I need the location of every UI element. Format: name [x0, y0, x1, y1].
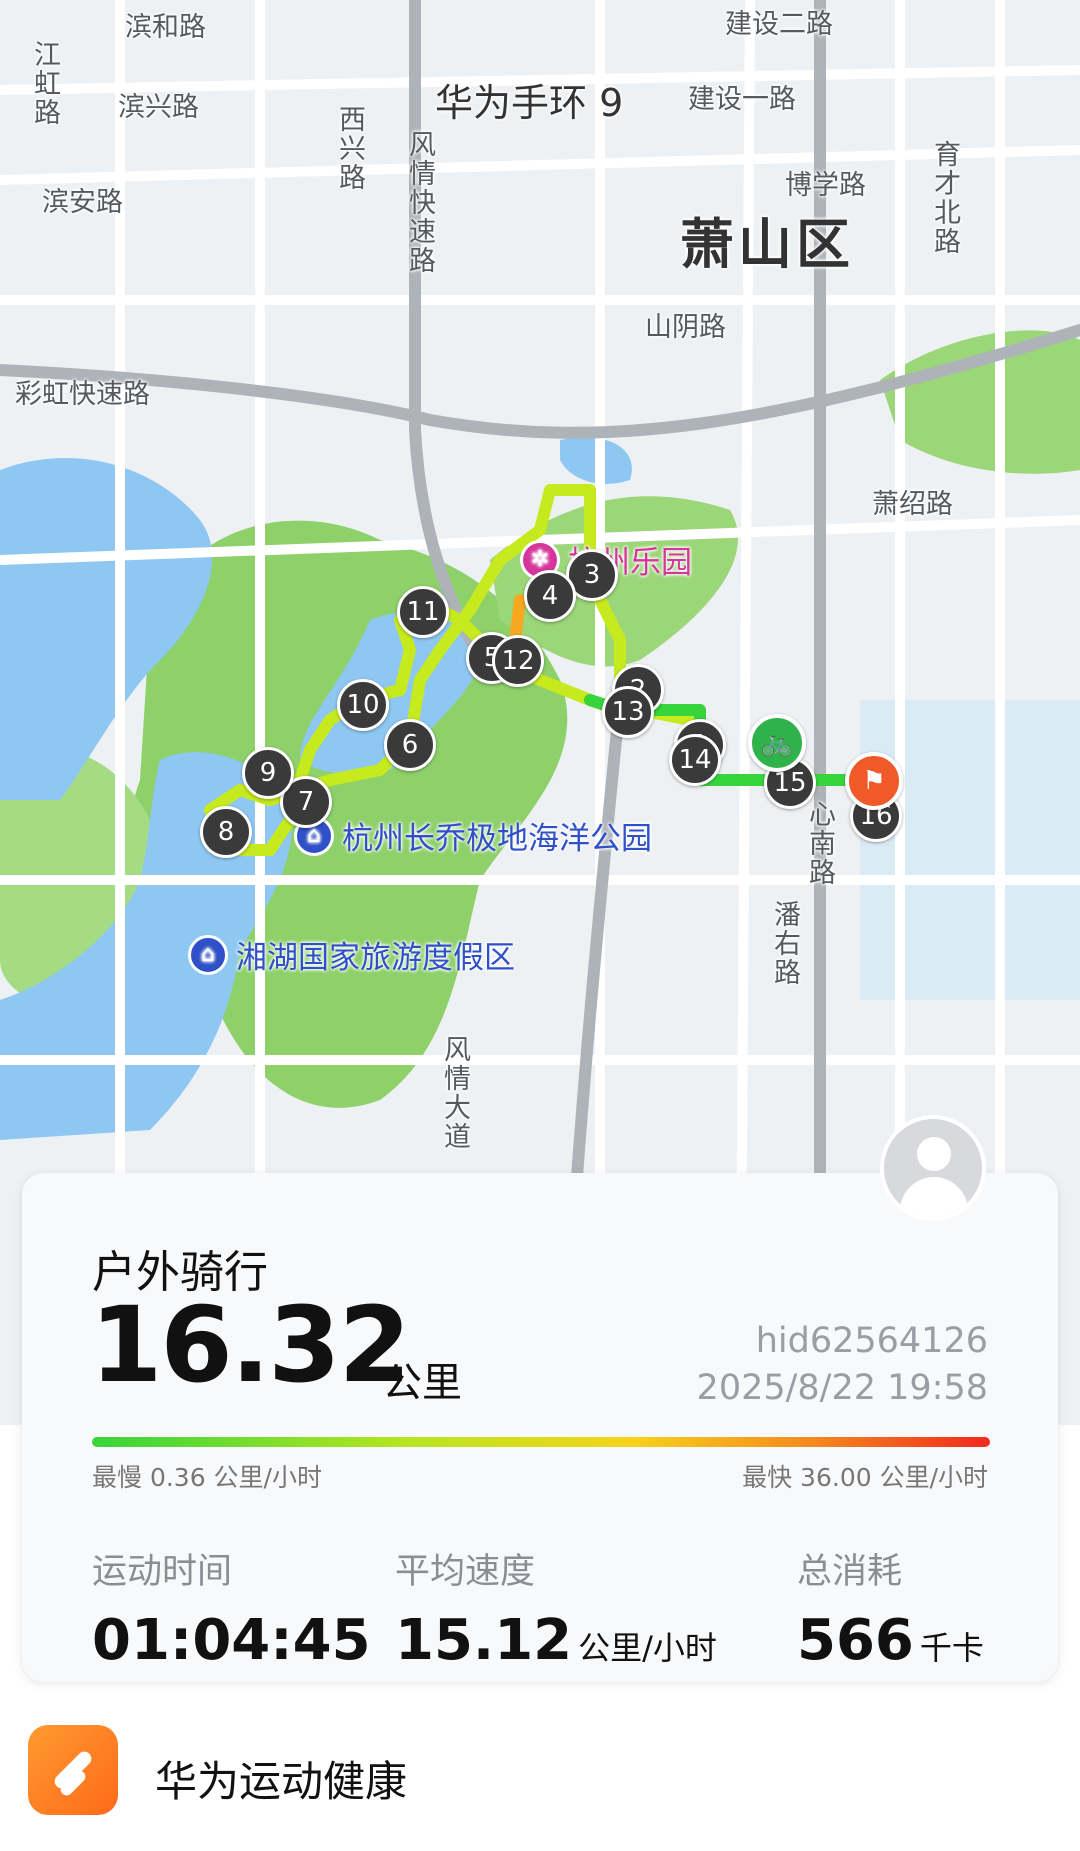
road-label: 滨和路: [125, 12, 206, 43]
start-pin[interactable]: 🚲: [748, 714, 806, 772]
speed-max: 最快 36.00 公里/小时: [742, 1463, 988, 1492]
stat-value: 566 千卡: [797, 1608, 984, 1673]
km-marker[interactable]: 12: [492, 635, 544, 687]
end-pin[interactable]: ⚑: [845, 752, 903, 810]
road-label: 潘右路: [769, 900, 800, 987]
road-label: 风情快速路: [404, 130, 435, 275]
road-label: 江虹路: [29, 40, 60, 127]
road-label: 育才北路: [929, 140, 960, 256]
activity-datetime: 2025/8/22 19:58: [696, 1368, 988, 1408]
avatar-shoulders: [900, 1177, 968, 1217]
district-label: 萧山区: [680, 213, 854, 276]
stat-unit: 公里/小时: [578, 1629, 717, 1667]
road-label: 建设一路: [688, 84, 796, 115]
km-marker[interactable]: 6: [384, 719, 436, 771]
stat-label: 总消耗: [797, 1552, 903, 1592]
avatar-head: [917, 1137, 951, 1171]
flag-icon: ⚑: [862, 766, 886, 796]
device-watermark: 华为手环 9: [435, 81, 624, 125]
road-label: 西兴路: [334, 105, 365, 192]
landmark-icon: ⌂: [188, 934, 228, 975]
activity-summary-card: 户外骑行 16.32 公里 hid62564126 2025/8/22 19:5…: [22, 1173, 1058, 1682]
speed-min: 最慢 0.36 公里/小时: [92, 1463, 322, 1492]
km-marker[interactable]: 8: [200, 806, 252, 858]
road-label: 博学路: [785, 170, 866, 201]
avatar[interactable]: [880, 1115, 986, 1221]
km-marker[interactable]: 4: [524, 570, 576, 622]
footer: 华为运动健康: [0, 1710, 1080, 1851]
user-id: hid62564126: [755, 1321, 988, 1361]
road-label: 建设二路: [725, 9, 833, 40]
stat-value: 15.12 公里/小时: [395, 1608, 717, 1673]
bicycle-icon: 🚲: [760, 728, 794, 758]
poi-xianghu-resort[interactable]: ⌂ 湘湖国家旅游度假区: [188, 932, 515, 977]
road-label: 风情大道: [439, 1035, 470, 1151]
km-marker[interactable]: 13: [602, 686, 654, 738]
stat-avg-speed: 平均速度 15.12 公里/小时: [395, 1543, 717, 1673]
huawei-health-logo: [28, 1725, 118, 1815]
stat-value: 01:04:45: [92, 1608, 371, 1673]
poi-ocean-park[interactable]: ⌂ 杭州长乔极地海洋公园: [294, 813, 652, 858]
stat-unit: 千卡: [919, 1629, 984, 1667]
stat-calories: 总消耗 566 千卡: [797, 1543, 984, 1673]
distance-value: 16.32: [90, 1284, 411, 1406]
stat-label: 运动时间: [92, 1552, 233, 1592]
speed-gradient-bar: [92, 1437, 990, 1447]
stat-label: 平均速度: [395, 1552, 536, 1592]
road-label: 滨兴路: [118, 92, 199, 123]
km-marker[interactable]: 14: [669, 734, 721, 786]
road-label: 山阴路: [645, 312, 726, 343]
road-label: 滨安路: [42, 187, 123, 218]
km-marker[interactable]: 9: [242, 747, 294, 799]
app-name: 华为运动健康: [155, 1757, 408, 1806]
km-marker[interactable]: 10: [337, 679, 389, 731]
road-label: 萧绍路: [872, 489, 953, 520]
road-label: 心南路: [804, 800, 835, 887]
road-label: 彩虹快速路: [15, 379, 150, 410]
distance-unit: 公里: [382, 1360, 462, 1406]
stat-duration: 运动时间 01:04:45: [92, 1543, 371, 1673]
km-marker[interactable]: 11: [397, 586, 449, 638]
